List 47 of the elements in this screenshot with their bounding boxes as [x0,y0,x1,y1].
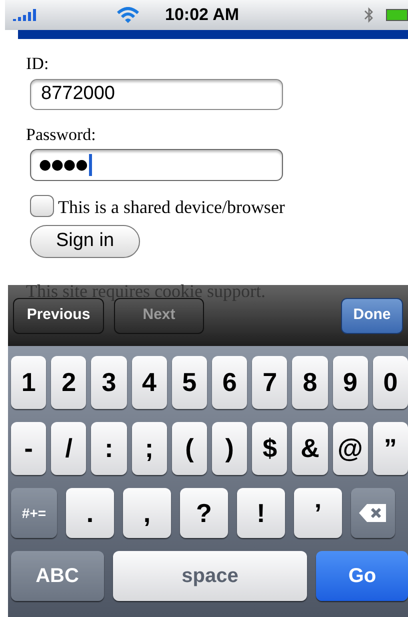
keyboard-key[interactable]: ’ [294,488,342,538]
password-label: Password: [26,124,97,146]
password-field[interactable]: ●●●● [30,149,283,181]
keyboard-key[interactable]: 3 [91,356,127,409]
keyboard-key[interactable]: 7 [252,356,288,409]
space-key[interactable]: space [112,551,308,601]
keyboard-key[interactable]: 8 [292,356,328,409]
keyboard-key[interactable]: ” [372,422,408,475]
keyboard-key[interactable]: 5 [172,356,208,409]
signal-icon [13,9,39,21]
keyboard-key[interactable]: #+= [11,488,57,538]
bluetooth-icon [364,7,374,23]
password-value: ●●●● [39,156,88,174]
text-cursor [88,154,92,176]
keyboard-key[interactable]: : [91,422,127,475]
keyboard-key[interactable]: ) [212,422,248,475]
keyboard-key[interactable]: 9 [332,356,368,409]
keyboard-key[interactable]: 0 [372,356,408,409]
sign-in-button[interactable]: Sign in [30,225,140,258]
keyboard-key[interactable]: ; [132,422,167,475]
keyboard-key[interactable]: / [51,422,86,475]
keyboard-key[interactable]: 4 [132,356,167,409]
keyboard-key[interactable]: $ [252,422,288,475]
keyboard-key[interactable]: 2 [51,356,86,409]
status-time: 10:02 AM [165,4,240,26]
id-label: ID: [26,53,50,75]
keyboard-key[interactable]: ! [237,488,285,538]
previous-button[interactable]: Previous [13,298,104,334]
backspace-icon [358,503,388,523]
backspace-key[interactable] [351,488,395,538]
keyboard-key[interactable]: ABC [11,551,104,601]
keyboard-key[interactable]: - [11,422,46,475]
id-field[interactable]: 8772000 [30,78,283,110]
go-key[interactable]: Go [316,551,408,601]
keyboard-key[interactable]: & [292,422,328,475]
keyboard-key[interactable]: 6 [212,356,248,409]
keyboard-key[interactable]: 1 [11,356,46,409]
keyboard-key[interactable]: ( [172,422,208,475]
keyboard-key[interactable]: ? [180,488,228,538]
wifi-icon [117,7,139,23]
battery-icon [386,9,408,21]
done-button[interactable]: Done [341,298,403,334]
keyboard-key[interactable]: @ [332,422,368,475]
checkbox-label: This is a shared device/browser [58,197,285,217]
keyboard-key[interactable]: . [66,488,114,538]
checkbox[interactable] [30,195,54,217]
keyboard-key[interactable]: , [123,488,171,538]
